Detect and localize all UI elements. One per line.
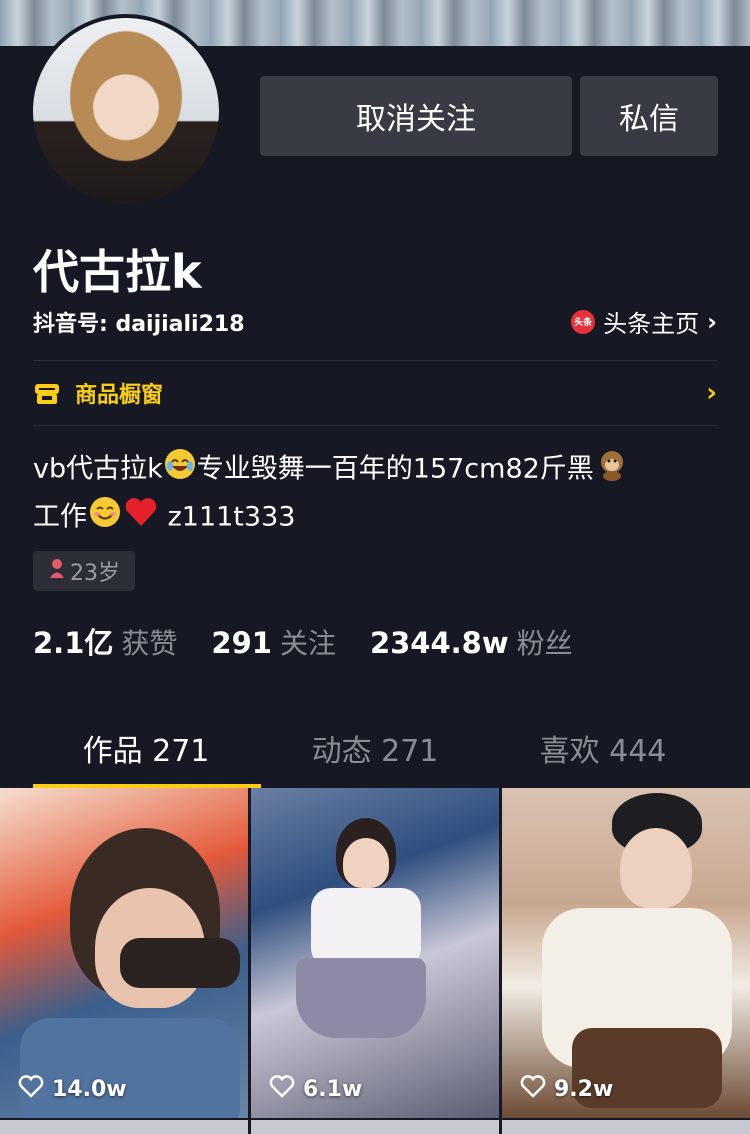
following-count[interactable]: 291 bbox=[211, 626, 272, 660]
avatar[interactable] bbox=[29, 14, 223, 208]
video-grid: 14.0w 6.1w 9.2w bbox=[0, 788, 750, 1134]
bio-text: 专业毁舞一百年的157cm82斤黑 bbox=[196, 453, 594, 485]
tab-works[interactable]: 作品 271 bbox=[31, 726, 261, 770]
female-icon bbox=[48, 557, 66, 585]
bio-text: z111t333 bbox=[167, 501, 296, 533]
profile-stats: 2.1亿 获赞 291 关注 2344.8w 粉丝 bbox=[33, 620, 573, 662]
likes-count: 2.1亿 bbox=[33, 626, 114, 660]
smiling-emoji-icon bbox=[87, 494, 123, 542]
age-label: 23岁 bbox=[70, 561, 120, 586]
shop-window-label: 商品橱窗 bbox=[75, 383, 164, 408]
video-likes-count: 14.0w bbox=[52, 1076, 127, 1102]
heart-icon bbox=[18, 1074, 44, 1104]
heart-icon bbox=[269, 1074, 295, 1104]
followers-label[interactable]: 粉丝 bbox=[517, 622, 573, 662]
video-thumbnail[interactable]: 14.0w bbox=[0, 788, 248, 1118]
profile-name: 代古拉k bbox=[33, 245, 202, 299]
video-thumbnail[interactable]: 9.2w bbox=[502, 788, 750, 1118]
video-thumbnail-next-row bbox=[502, 1120, 750, 1134]
douyin-id: 抖音号: daijiali218 bbox=[33, 312, 245, 337]
video-likes: 14.0w bbox=[18, 1074, 127, 1104]
following-label[interactable]: 关注 bbox=[280, 622, 336, 662]
heart-emoji-icon bbox=[123, 495, 159, 541]
likes-label: 获赞 bbox=[121, 627, 178, 660]
age-badge: 23岁 bbox=[33, 551, 135, 591]
unfollow-button[interactable]: 取消关注 bbox=[260, 76, 572, 156]
toutiao-link-label: 头条主页 bbox=[603, 310, 700, 338]
profile-bio: vb代古拉k 专业毁舞一百年的157cm82斤黑 工作 z111t333 bbox=[33, 446, 723, 542]
message-button[interactable]: 私信 bbox=[580, 76, 718, 156]
monkey-emoji-icon bbox=[594, 446, 630, 494]
bio-text: 工作 bbox=[33, 501, 87, 533]
laughing-emoji-icon bbox=[163, 447, 197, 493]
divider bbox=[33, 360, 717, 361]
chevron-right-icon: › bbox=[707, 307, 717, 336]
shop-window-row[interactable]: 商品橱窗 › bbox=[33, 362, 717, 424]
video-thumbnail[interactable]: 6.1w bbox=[251, 788, 499, 1118]
toutiao-homepage-link[interactable]: 头条 头条主页 › bbox=[571, 304, 717, 339]
video-likes: 9.2w bbox=[520, 1074, 613, 1104]
tab-likes[interactable]: 喜欢 444 bbox=[488, 726, 718, 770]
tab-moments[interactable]: 动态 271 bbox=[260, 726, 490, 770]
heart-icon bbox=[520, 1074, 546, 1104]
toutiao-icon: 头条 bbox=[571, 309, 596, 334]
video-thumbnail-next-row bbox=[251, 1120, 499, 1134]
shop-icon bbox=[33, 380, 61, 406]
video-likes: 6.1w bbox=[269, 1074, 362, 1104]
video-likes-count: 6.1w bbox=[303, 1076, 363, 1102]
divider bbox=[33, 425, 717, 426]
chevron-right-icon: › bbox=[706, 378, 717, 408]
avatar-image bbox=[33, 18, 219, 204]
video-likes-count: 9.2w bbox=[554, 1076, 614, 1102]
video-thumbnail-next-row bbox=[0, 1120, 248, 1134]
bio-text: vb代古拉k bbox=[33, 453, 163, 485]
profile-tabs: 作品 271 动态 271 喜欢 444 bbox=[0, 712, 750, 788]
followers-count[interactable]: 2344.8w bbox=[370, 626, 509, 660]
